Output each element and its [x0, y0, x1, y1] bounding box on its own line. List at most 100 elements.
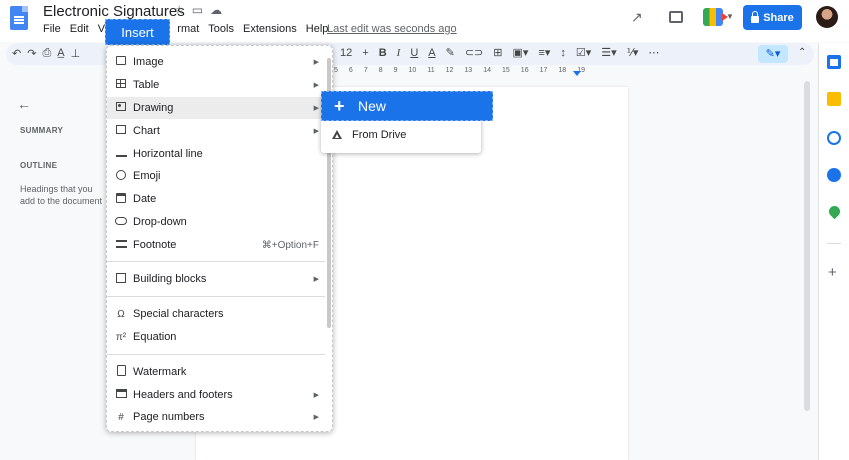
keyboard-shortcut: ⌘+Option+F [261, 239, 319, 251]
new-drawing-button[interactable]: + New [321, 91, 493, 121]
comment-history-icon[interactable] [669, 11, 683, 23]
maps-icon[interactable] [826, 203, 843, 220]
ruler-tick: 11 [427, 67, 435, 74]
underline-button[interactable]: U [410, 47, 418, 59]
toolbar-right: 12 + B I U A ✎ ⊂⊃ ⊞ ▣▾ ≡▾ ↕ ☑▾ ☰▾ ⅟▾ ⋯ [340, 46, 659, 60]
menu-insert[interactable]: Insert [105, 19, 170, 45]
table-icon [115, 79, 127, 91]
menu-item-page-numbers[interactable]: # Page numbers ▶ [107, 406, 325, 428]
ruler-tick: 7 [363, 67, 368, 74]
print-icon[interactable]: ⎙ [42, 47, 51, 60]
menu-item-special-characters[interactable]: Ω Special characters [107, 303, 325, 325]
menu-item-label: Image [133, 56, 164, 68]
align-icon[interactable]: ≡▾ [538, 46, 550, 59]
share-button[interactable]: Share [743, 5, 802, 30]
menu-item-dropdown[interactable]: Drop-down [107, 211, 325, 233]
line-spacing-icon[interactable]: ↕ [560, 47, 566, 59]
submenu-arrow-icon: ▶ [313, 82, 319, 89]
doc-title[interactable]: Electronic Signatures [43, 3, 185, 20]
menu-item-label: Equation [133, 331, 177, 343]
submenu-arrow-icon: ▶ [313, 105, 319, 112]
ruler-tick: 8 [378, 67, 383, 74]
contacts-icon[interactable] [827, 168, 841, 182]
menu-tools[interactable]: Tools [208, 23, 234, 35]
spellcheck-icon[interactable]: A̲ [57, 47, 64, 60]
submenu-arrow-icon: ▶ [313, 414, 319, 421]
menu-format[interactable]: rmat [177, 23, 199, 35]
document-scrollbar[interactable] [804, 81, 810, 411]
activity-dashboard-icon[interactable]: ↗ [631, 9, 643, 26]
menu-item-label: Footnote [133, 239, 177, 251]
add-comment-icon[interactable]: ⊞ [493, 46, 502, 59]
tasks-icon[interactable] [827, 131, 841, 145]
menu-item-label: Table [133, 79, 160, 91]
horizontal-line-icon [115, 149, 127, 160]
undo-icon[interactable]: ↶ [12, 47, 21, 60]
add-addon-icon[interactable]: + [828, 264, 837, 281]
menu-item-label: Page numbers [133, 411, 205, 423]
share-label: Share [763, 11, 794, 24]
ruler-tick: 10 [408, 67, 417, 74]
avatar[interactable] [816, 6, 838, 28]
indent-marker[interactable] [573, 71, 581, 76]
increase-font-icon[interactable]: + [362, 47, 368, 59]
font-size-field[interactable]: 12 [340, 47, 352, 59]
menu-item-image[interactable]: Image ▶ [107, 51, 325, 73]
cloud-status-icon[interactable]: ☁ [210, 3, 222, 17]
editing-mode-button[interactable]: ✎▾ [758, 45, 788, 63]
highlight-icon[interactable]: ✎ [446, 46, 455, 59]
outline-label: OUTLINE [20, 161, 58, 170]
meet-icon[interactable] [703, 8, 728, 26]
building-blocks-icon [115, 272, 127, 286]
redo-icon[interactable]: ↷ [27, 47, 36, 60]
submenu-arrow-icon: ▶ [313, 59, 319, 66]
menu-item-label: Building blocks [133, 273, 207, 285]
menu-item-date[interactable]: Date [107, 188, 325, 210]
insert-image-icon[interactable]: ▣▾ [512, 46, 528, 59]
menu-item-table[interactable]: Table ▶ [107, 74, 325, 96]
ruler: 5 6 7 8 9 10 11 12 13 14 15 16 17 18 19 [334, 67, 585, 74]
menu-item-horizontal-line[interactable]: Horizontal line [107, 143, 325, 165]
more-icon[interactable]: ⋯ [648, 46, 659, 59]
menu-item-equation[interactable]: π² Equation [107, 326, 325, 348]
menu-item-footnote[interactable]: Footnote ⌘+Option+F [107, 234, 325, 256]
dropdown-icon [115, 216, 127, 228]
chevron-down-icon[interactable]: ▼ [726, 12, 734, 21]
checklist-icon[interactable]: ☑▾ [576, 46, 591, 59]
last-edit-link[interactable]: Last edit was seconds ago [327, 23, 457, 35]
menu-edit[interactable]: Edit [70, 23, 89, 35]
menu-extensions[interactable]: Extensions [243, 23, 297, 35]
menu-item-headers-footers[interactable]: Headers and footers ▶ [107, 384, 325, 406]
menu-help[interactable]: Help [306, 23, 329, 35]
bulleted-list-icon[interactable]: ☰▾ [601, 46, 616, 59]
menu-item-drawing[interactable]: Drawing ▶ [107, 97, 325, 119]
menu-item-chart[interactable]: Chart ▶ [107, 120, 325, 142]
menu-item-emoji[interactable]: Emoji [107, 165, 325, 187]
chevron-up-icon[interactable]: ⌃ [798, 47, 806, 58]
ruler-tick: 6 [348, 67, 353, 74]
numbered-list-icon[interactable]: ⅟▾ [627, 46, 639, 59]
from-drive-button[interactable]: From Drive [321, 123, 481, 147]
paint-format-icon[interactable]: ⊥ [71, 47, 81, 60]
menu-divider [107, 354, 325, 355]
back-arrow-icon[interactable]: ← [17, 96, 31, 112]
star-icon[interactable]: ☆ [174, 3, 185, 17]
italic-button[interactable]: I [397, 47, 401, 59]
menu-item-watermark[interactable]: Watermark [107, 361, 325, 383]
calendar-icon[interactable] [827, 55, 841, 69]
submenu-arrow-icon: ▶ [313, 128, 319, 135]
footnote-icon [115, 239, 127, 251]
keep-icon[interactable] [827, 92, 841, 106]
new-drawing-label: New [358, 98, 387, 114]
text-color-button[interactable]: A [428, 47, 435, 59]
menu-item-label: Emoji [133, 170, 161, 182]
side-panel: + [818, 43, 849, 460]
move-folder-icon[interactable]: ▭ [192, 3, 203, 17]
docs-logo-icon[interactable] [10, 6, 28, 30]
emoji-icon [115, 169, 127, 183]
menu-item-building-blocks[interactable]: Building blocks ▶ [107, 268, 325, 290]
bold-button[interactable]: B [379, 47, 387, 59]
menu-divider [107, 261, 325, 262]
menu-file[interactable]: File [43, 23, 61, 35]
link-icon[interactable]: ⊂⊃ [465, 46, 483, 59]
